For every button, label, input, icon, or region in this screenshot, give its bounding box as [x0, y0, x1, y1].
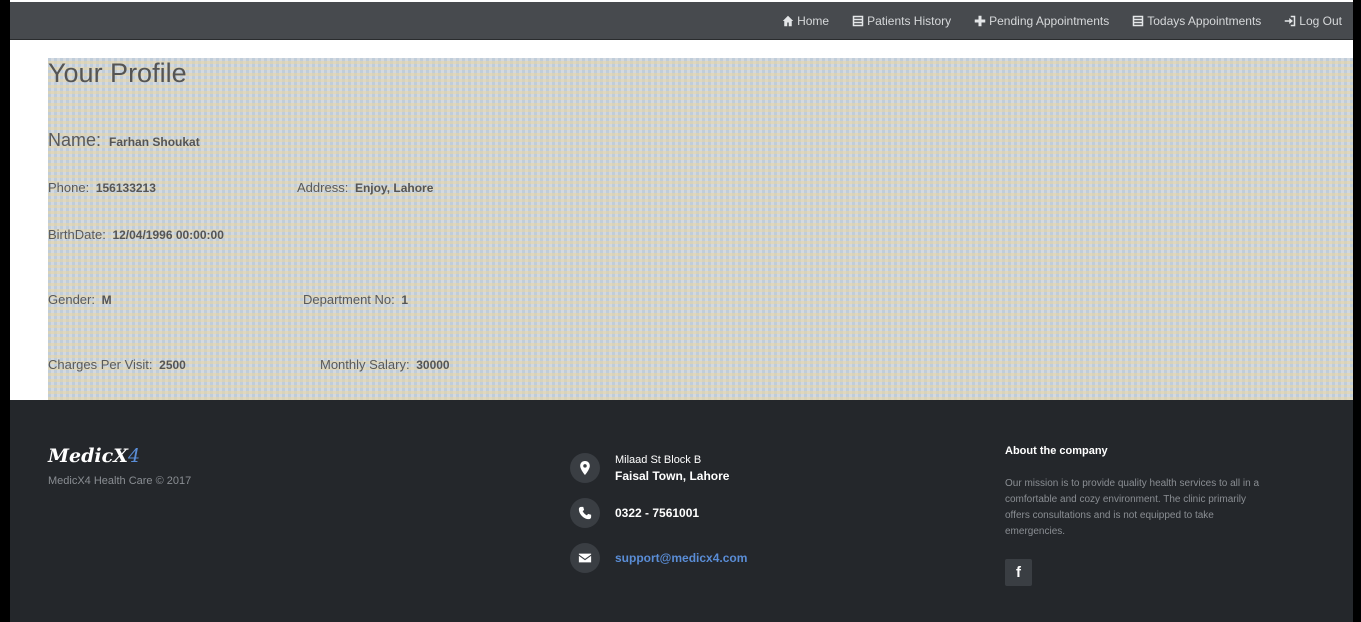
logout-icon: [1285, 15, 1296, 27]
salary-value: 30000: [416, 358, 450, 372]
name-value: Farhan Shoukat: [109, 135, 200, 149]
navbar: Home Patients History Pending Appointmen…: [10, 2, 1353, 40]
charges-field: Charges Per Visit: 2500: [48, 357, 186, 372]
gender-value: M: [101, 293, 112, 307]
address-line2: Faisal Town, Lahore: [615, 468, 730, 483]
address-field: Address: Enjoy, Lahore: [297, 180, 433, 195]
footer: MedicX4 MedicX4 Health Care © 2017 Milaa…: [10, 400, 1353, 622]
address-contact: Milaad St Block B Faisal Town, Lahore: [570, 453, 729, 483]
profile-section: Your Profile Name: Farhan Shoukat Phone:…: [48, 58, 1353, 400]
email-contact: support@medicx4.com: [570, 543, 747, 573]
footer-email-link[interactable]: support@medicx4.com: [615, 551, 747, 565]
page-title: Your Profile: [48, 58, 187, 88]
salary-field: Monthly Salary: 30000: [320, 357, 450, 372]
facebook-button[interactable]: f: [1005, 559, 1032, 586]
phone-label: Phone:: [48, 180, 90, 195]
nav-home-label: Home: [797, 14, 830, 28]
copyright: MedicX4 Health Care © 2017: [48, 475, 192, 487]
nav-home-link[interactable]: Home: [782, 14, 829, 28]
home-icon: [782, 15, 794, 27]
page: Home Patients History Pending Appointmen…: [10, 0, 1353, 622]
gender-field: Gender: M: [48, 292, 112, 307]
nav-links: Home Patients History Pending Appointmen…: [782, 2, 1353, 40]
address-value: Enjoy, Lahore: [354, 181, 434, 195]
nav-todays-appointments-label: Todays Appointments: [1147, 14, 1262, 28]
department-value: 1: [401, 293, 409, 307]
address-line1: Milaad St Block B: [615, 453, 702, 466]
about-text: Our mission is to provide quality health…: [1005, 478, 1260, 537]
birthdate-label: BirthDate:: [48, 227, 106, 242]
nav-todays-appointments-link[interactable]: Todays Appointments: [1132, 14, 1261, 28]
list-icon: [852, 15, 864, 27]
name-label: Name:: [48, 130, 102, 150]
department-field: Department No: 1: [303, 292, 408, 307]
nav-patients-history-link[interactable]: Patients History: [852, 14, 951, 28]
phone-contact: 0322 - 7561001: [570, 498, 699, 528]
map-pin-icon: [570, 453, 600, 483]
logo-main-text: MedicX: [48, 445, 128, 467]
charges-label: Charges Per Visit:: [48, 357, 153, 372]
nav-pending-appointments-label: Pending Appointments: [989, 14, 1110, 28]
phone-value: 156133213: [95, 181, 156, 195]
footer-phone: 0322 - 7561001: [615, 506, 700, 520]
nav-pending-appointments-link[interactable]: Pending Appointments: [974, 14, 1109, 28]
envelope-icon: [570, 543, 600, 573]
phone-field: Phone: 156133213: [48, 180, 156, 195]
address-label: Address:: [297, 180, 349, 195]
phone-icon: [570, 498, 600, 528]
birthdate-value: 12/04/1996 00:00:00: [112, 228, 224, 242]
charges-value: 2500: [159, 358, 186, 372]
nav-patients-history-label: Patients History: [867, 14, 952, 28]
birthdate-field: BirthDate: 12/04/1996 00:00:00: [48, 227, 224, 242]
plus-icon: [974, 15, 986, 27]
list-icon: [1132, 15, 1144, 27]
department-label: Department No:: [303, 292, 395, 307]
facebook-icon: f: [1016, 564, 1021, 581]
logo-accent-text: 4: [127, 445, 141, 467]
name-field: Name: Farhan Shoukat: [48, 130, 200, 151]
about-title: About the company: [1005, 445, 1108, 457]
footer-logo: MedicX4: [48, 445, 140, 467]
salary-label: Monthly Salary:: [320, 357, 410, 372]
nav-logout-link[interactable]: Log Out: [1284, 14, 1342, 28]
gender-label: Gender:: [48, 292, 95, 307]
nav-logout-label: Log Out: [1299, 14, 1342, 28]
